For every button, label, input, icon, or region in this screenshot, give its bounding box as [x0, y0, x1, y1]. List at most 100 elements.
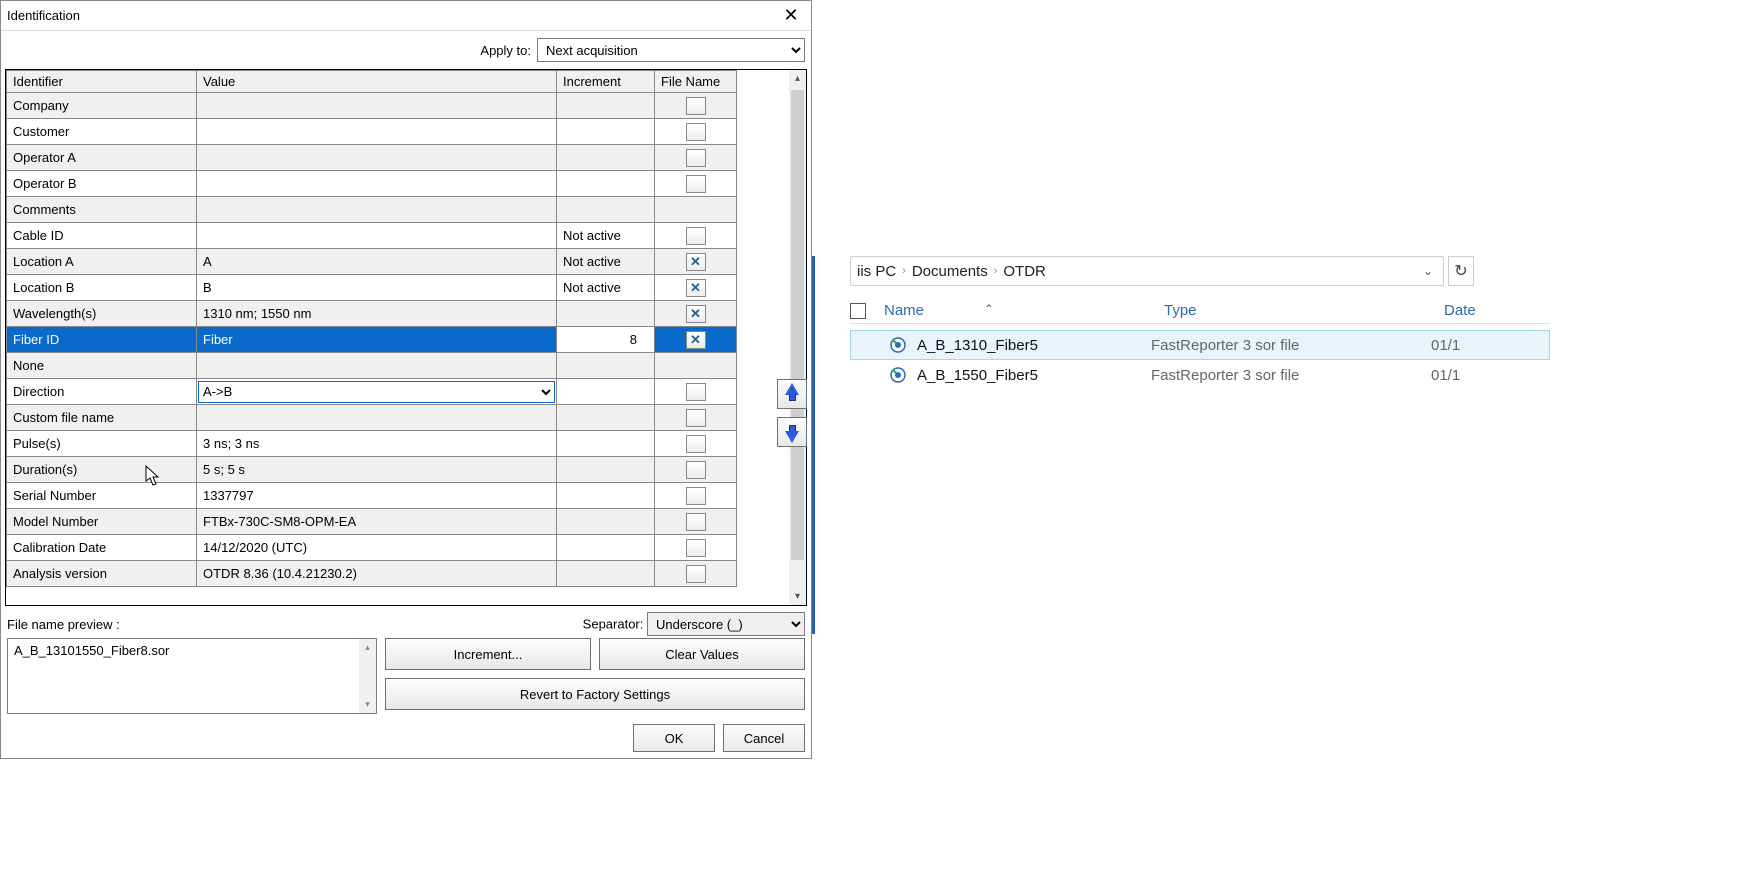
increment-cell[interactable] [557, 561, 655, 587]
filename-cell[interactable] [655, 431, 737, 457]
table-row[interactable]: Customer [7, 119, 737, 145]
filename-cell[interactable] [655, 223, 737, 249]
increment-cell[interactable] [557, 483, 655, 509]
filename-cell[interactable] [655, 509, 737, 535]
value-cell[interactable]: 1337797 [197, 483, 557, 509]
header-identifier[interactable]: Identifier [7, 71, 197, 93]
increment-cell[interactable] [557, 301, 655, 327]
preview-scrollbar[interactable]: ▴▾ [359, 639, 376, 713]
identifier-cell[interactable]: Location B [7, 275, 197, 301]
value-cell[interactable] [197, 145, 557, 171]
filename-cell[interactable] [655, 535, 737, 561]
filename-cell[interactable] [655, 379, 737, 405]
filename-checkbox[interactable] [686, 435, 706, 453]
filename-cell[interactable] [655, 145, 737, 171]
breadcrumb-documents[interactable]: Documents [912, 263, 988, 280]
filename-cell[interactable] [655, 561, 737, 587]
value-cell[interactable]: A [197, 249, 557, 275]
value-cell[interactable] [197, 171, 557, 197]
table-row[interactable]: Duration(s)5 s; 5 s [7, 457, 737, 483]
scroll-down-icon[interactable]: ▾ [789, 588, 806, 605]
table-row[interactable]: Model NumberFTBx-730C-SM8-OPM-EA [7, 509, 737, 535]
identifier-cell[interactable]: Model Number [7, 509, 197, 535]
value-cell[interactable]: B [197, 275, 557, 301]
increment-cell[interactable] [557, 457, 655, 483]
filename-checkbox[interactable] [686, 565, 706, 583]
filename-checkbox[interactable] [686, 409, 706, 427]
filename-checkbox[interactable] [686, 97, 706, 115]
filename-checkbox[interactable]: ✕ [686, 331, 706, 349]
separator-select[interactable]: Underscore (_) [647, 612, 805, 636]
direction-select[interactable]: A->B [198, 381, 555, 403]
value-cell[interactable]: 14/12/2020 (UTC) [197, 535, 557, 561]
filename-cell[interactable] [655, 171, 737, 197]
increment-cell[interactable] [557, 535, 655, 561]
increment-cell[interactable] [557, 379, 655, 405]
column-type[interactable]: Type [1164, 302, 1444, 319]
identifier-cell[interactable]: Comments [7, 197, 197, 223]
value-cell[interactable]: A->B [197, 379, 557, 405]
value-cell[interactable] [197, 93, 557, 119]
identifier-cell[interactable]: Wavelength(s) [7, 301, 197, 327]
identifier-cell[interactable]: Pulse(s) [7, 431, 197, 457]
table-row[interactable]: Custom file name [7, 405, 737, 431]
filename-cell[interactable] [655, 483, 737, 509]
filename-cell[interactable]: ✕ [655, 275, 737, 301]
refresh-button[interactable]: ↻ [1448, 256, 1474, 286]
table-row[interactable]: Pulse(s)3 ns; 3 ns [7, 431, 737, 457]
filename-checkbox[interactable] [686, 123, 706, 141]
table-scrollbar[interactable]: ▴ ▾ [789, 70, 806, 605]
filename-checkbox[interactable]: ✕ [686, 253, 706, 271]
identifier-cell[interactable]: Operator B [7, 171, 197, 197]
filename-cell[interactable] [655, 405, 737, 431]
ok-button[interactable]: OK [633, 724, 715, 752]
identifier-cell[interactable]: None [7, 353, 197, 379]
header-increment[interactable]: Increment [557, 71, 655, 93]
revert-button[interactable]: Revert to Factory Settings [385, 678, 805, 710]
identifier-cell[interactable]: Cable ID [7, 223, 197, 249]
scroll-thumb[interactable] [791, 90, 804, 560]
value-cell[interactable] [197, 223, 557, 249]
filename-cell[interactable]: ✕ [655, 327, 737, 353]
header-filename[interactable]: File Name [655, 71, 737, 93]
file-item[interactable]: A_B_1310_Fiber5FastReporter 3 sor file01… [850, 330, 1550, 360]
table-row[interactable]: Operator B [7, 171, 737, 197]
cancel-button[interactable]: Cancel [723, 724, 805, 752]
identifier-cell[interactable]: Location A [7, 249, 197, 275]
table-row[interactable]: Calibration Date14/12/2020 (UTC) [7, 535, 737, 561]
header-value[interactable]: Value [197, 71, 557, 93]
table-row[interactable]: Comments [7, 197, 737, 223]
filename-checkbox[interactable] [686, 383, 706, 401]
table-row[interactable]: None [7, 353, 737, 379]
move-down-button[interactable] [777, 417, 807, 447]
identifier-cell[interactable]: Calibration Date [7, 535, 197, 561]
table-row[interactable]: DirectionA->B [7, 379, 737, 405]
increment-cell[interactable]: Not active [557, 275, 655, 301]
value-cell[interactable] [197, 197, 557, 223]
table-row[interactable]: Serial Number1337797 [7, 483, 737, 509]
value-cell[interactable]: Fiber [197, 327, 557, 353]
filename-checkbox[interactable] [686, 461, 706, 479]
value-cell[interactable]: 3 ns; 3 ns [197, 431, 557, 457]
select-all-checkbox[interactable] [850, 303, 866, 319]
identifier-cell[interactable]: Analysis version [7, 561, 197, 587]
filename-cell[interactable]: ✕ [655, 301, 737, 327]
scroll-up-icon[interactable]: ▴ [789, 70, 806, 87]
increment-cell[interactable] [557, 93, 655, 119]
table-row[interactable]: Operator A [7, 145, 737, 171]
column-date[interactable]: Date [1444, 302, 1476, 319]
increment-input[interactable] [561, 330, 641, 350]
breadcrumb-pc[interactable]: iis PC [857, 263, 896, 280]
value-cell[interactable]: 5 s; 5 s [197, 457, 557, 483]
table-row[interactable]: Fiber IDFiber✕ [7, 327, 737, 353]
increment-cell[interactable] [557, 119, 655, 145]
filename-cell[interactable]: ✕ [655, 249, 737, 275]
clear-values-button[interactable]: Clear Values [599, 638, 805, 670]
breadcrumb[interactable]: iis PC › Documents › OTDR ⌄ [850, 256, 1444, 286]
increment-cell[interactable] [557, 509, 655, 535]
filename-checkbox[interactable] [686, 227, 706, 245]
value-cell[interactable] [197, 405, 557, 431]
column-name[interactable]: Name ⌃ [884, 302, 1164, 319]
identifier-cell[interactable]: Duration(s) [7, 457, 197, 483]
identifier-cell[interactable]: Serial Number [7, 483, 197, 509]
